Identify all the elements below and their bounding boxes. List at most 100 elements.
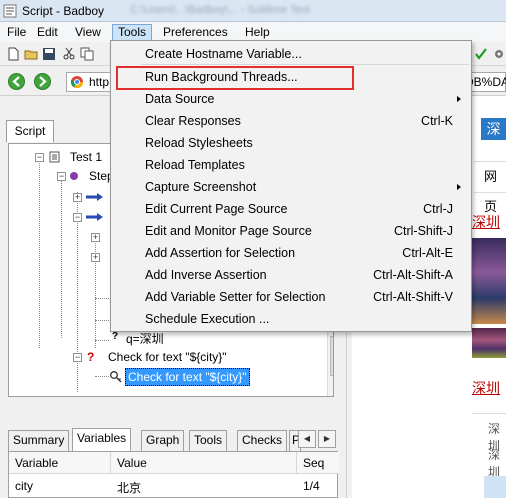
- tree-item-check-selected[interactable]: Check for text "${city}": [125, 368, 250, 386]
- menu-shortcut: Ctrl-K: [421, 114, 453, 128]
- check-icon[interactable]: [474, 47, 488, 61]
- menu-add-variable-setter[interactable]: Add Variable Setter for Selection Ctrl-Al…: [113, 286, 469, 308]
- cell-seq[interactable]: 1/4: [297, 479, 320, 497]
- menu-item-label: Add Inverse Assertion: [145, 268, 267, 282]
- open-folder-icon[interactable]: [24, 47, 38, 61]
- menu-shortcut: Ctrl-Alt-Shift-V: [373, 290, 453, 304]
- collapse-toggle[interactable]: −: [73, 213, 82, 222]
- tree-guide-line: [95, 298, 109, 299]
- tab-summary[interactable]: Summary: [8, 430, 70, 451]
- menu-capture-screenshot[interactable]: Capture Screenshot: [113, 176, 469, 198]
- test-icon: [49, 151, 60, 163]
- collapse-toggle[interactable]: −: [57, 172, 66, 181]
- request-arrow-icon: [86, 193, 103, 201]
- forward-arrow-icon: [39, 76, 47, 87]
- menu-create-hostname-variable[interactable]: Create Hostname Variable...: [113, 43, 469, 65]
- tree-guide-line: [95, 376, 109, 377]
- variables-table: Variable Value Seq city 北京 1/4: [8, 451, 339, 498]
- expand-toggle[interactable]: +: [91, 253, 100, 262]
- result-image[interactable]: [472, 238, 506, 324]
- tab-variables[interactable]: Variables: [72, 428, 132, 451]
- menu-help[interactable]: Help: [240, 24, 275, 41]
- copy-icon[interactable]: [80, 47, 94, 61]
- new-file-icon[interactable]: [6, 47, 20, 61]
- bottom-tabbar: Summary Variables Graph Tools Checks P: [8, 428, 338, 451]
- scrollbar-thumb[interactable]: [330, 336, 333, 376]
- tab-tools[interactable]: Tools: [189, 430, 228, 451]
- result-link[interactable]: 深圳: [472, 212, 500, 232]
- web-tab[interactable]: 网页: [474, 161, 506, 214]
- assertion-icon: ?: [87, 350, 95, 364]
- divider: [472, 413, 506, 414]
- cell-variable[interactable]: city: [9, 479, 33, 497]
- window-title: Script - Badboy: [22, 4, 105, 18]
- menu-bar: File Edit View Tools Preferences Help: [0, 22, 506, 42]
- column-header-seq[interactable]: Seq: [297, 452, 339, 474]
- column-header-value[interactable]: Value: [111, 452, 297, 474]
- menu-reload-templates[interactable]: Reload Templates: [113, 154, 469, 176]
- menu-item-label: Add Variable Setter for Selection: [145, 290, 326, 304]
- tab-graph[interactable]: Graph: [141, 430, 185, 451]
- menu-schedule-execution[interactable]: Schedule Execution ...: [113, 308, 469, 330]
- cell-value[interactable]: 北京: [111, 479, 141, 497]
- menu-separator: [141, 64, 469, 65]
- tab-script[interactable]: Script: [6, 120, 54, 142]
- collapse-toggle[interactable]: −: [35, 153, 44, 162]
- tree-guide-line: [77, 192, 78, 392]
- tree-item-test[interactable]: Test 1: [70, 150, 102, 164]
- result-thumbnail[interactable]: [484, 476, 506, 498]
- menu-item-label: Schedule Execution ...: [145, 312, 270, 326]
- back-button[interactable]: [8, 73, 25, 90]
- menu-edit[interactable]: Edit: [32, 24, 63, 41]
- back-arrow-icon: [12, 76, 20, 87]
- submenu-arrow-icon: [457, 96, 461, 102]
- submenu-arrow-icon: [457, 184, 461, 190]
- expand-toggle[interactable]: +: [91, 233, 100, 242]
- menu-add-inverse-assertion[interactable]: Add Inverse Assertion Ctrl-Alt-Shift-A: [113, 264, 469, 286]
- forward-button[interactable]: [34, 73, 51, 90]
- menu-item-label: Reload Stylesheets: [145, 136, 253, 150]
- menu-view[interactable]: View: [70, 24, 106, 41]
- menu-item-label: Add Assertion for Selection: [145, 246, 296, 260]
- result-image[interactable]: [472, 328, 506, 358]
- menu-file[interactable]: File: [2, 24, 31, 41]
- menu-item-label: Clear Responses: [145, 114, 241, 128]
- collapse-toggle[interactable]: −: [73, 353, 82, 362]
- menu-item-label: Capture Screenshot: [145, 180, 257, 194]
- menu-edit-page-source[interactable]: Edit Current Page Source Ctrl-J: [113, 198, 469, 220]
- save-icon[interactable]: [42, 47, 56, 61]
- result-snippet: 深圳: [488, 448, 501, 479]
- menu-item-label: Edit Current Page Source: [145, 202, 288, 216]
- tree-guide-line: [61, 178, 62, 338]
- request-arrow-icon: [86, 213, 103, 221]
- menu-edit-monitor-page-source[interactable]: Edit and Monitor Page Source Ctrl-Shift-J: [113, 220, 469, 242]
- scroll-down-icon[interactable]: ▼: [330, 380, 333, 394]
- tab-scroll-buttons: ◀ ▶: [298, 430, 338, 448]
- menu-item-label: Reload Templates: [145, 158, 245, 172]
- menu-item-label: Edit and Monitor Page Source: [145, 224, 312, 238]
- gear-icon[interactable]: [492, 47, 506, 61]
- app-icon: [3, 4, 17, 18]
- menu-preferences[interactable]: Preferences: [158, 24, 233, 41]
- menu-data-source[interactable]: Data Source: [113, 88, 469, 110]
- tab-scroll-right-icon[interactable]: ▶: [318, 430, 336, 448]
- menu-reload-stylesheets[interactable]: Reload Stylesheets: [113, 132, 469, 154]
- result-link[interactable]: 深圳: [472, 378, 500, 398]
- tree-guide-line: [95, 320, 109, 321]
- tree-item-check[interactable]: Check for text "${city}": [108, 350, 227, 364]
- search-box-text[interactable]: 深圳: [481, 118, 506, 159]
- cut-icon[interactable]: [62, 47, 76, 61]
- tree-item-param[interactable]: q=深圳: [126, 330, 164, 347]
- column-header-variable[interactable]: Variable: [9, 452, 111, 474]
- menu-item-label: Data Source: [145, 92, 215, 106]
- menu-clear-responses[interactable]: Clear Responses Ctrl-K: [113, 110, 469, 132]
- menu-shortcut: Ctrl-J: [423, 202, 453, 216]
- red-highlight-box: [116, 66, 354, 90]
- tab-scroll-left-icon[interactable]: ◀: [298, 430, 316, 448]
- tab-checks[interactable]: Checks: [237, 430, 288, 451]
- menu-shortcut: Ctrl-Alt-E: [402, 246, 453, 260]
- menu-shortcut: Ctrl-Shift-J: [393, 224, 453, 238]
- expand-toggle[interactable]: +: [73, 193, 82, 202]
- menu-add-assertion[interactable]: Add Assertion for Selection Ctrl-Alt-E: [113, 242, 469, 264]
- menu-tools[interactable]: Tools: [112, 24, 153, 41]
